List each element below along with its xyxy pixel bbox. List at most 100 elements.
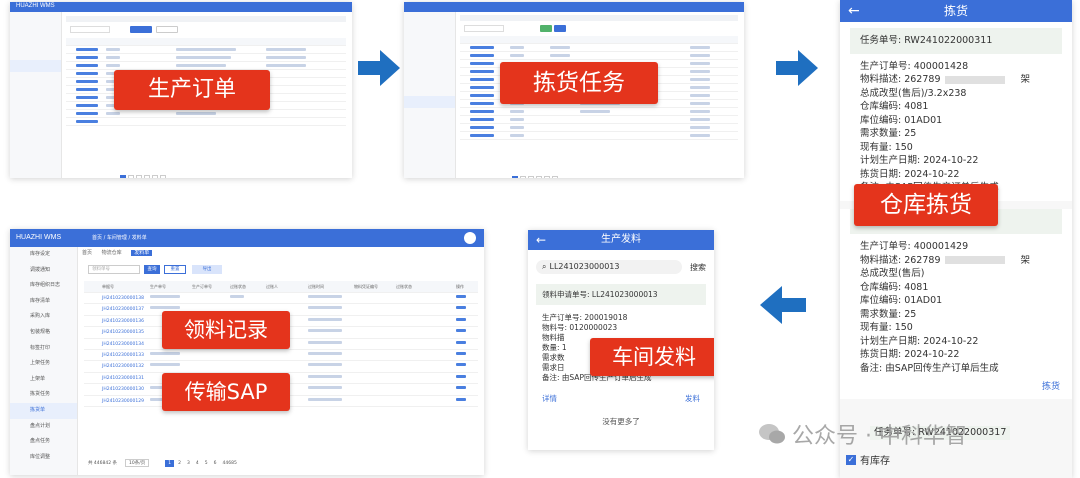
sidebar-item[interactable]: 包装规格 [10, 325, 77, 341]
picking-title: 拣货 [943, 4, 968, 18]
page-button[interactable]: 44685 [223, 461, 237, 466]
back-arrow-icon[interactable]: ← [848, 0, 860, 22]
tab[interactable]: 首页 [82, 250, 92, 256]
workshop-issue-label: 车间发料 [590, 338, 714, 376]
sidebar-item[interactable]: 拣货任务 [10, 387, 77, 403]
task-card-1: 任务单号: RW241022000311 生产订单号: 400001428 物料… [840, 28, 1072, 234]
picking-title-bar: ← 拣货 [840, 0, 1072, 22]
picking-date: 拣货日期: 2024-10-22 [860, 168, 960, 180]
mobile-picking-screen: ← 拣货 任务单号: RW241022000311 生产订单号: 4000014… [840, 0, 1072, 478]
top-bar [404, 2, 744, 12]
page-button[interactable]: 1 [165, 459, 175, 467]
page-button[interactable]: 3 [187, 461, 190, 466]
sidebar [10, 12, 62, 178]
warehouse-picking-label: 仓库拣货 [854, 184, 998, 226]
back-arrow-icon[interactable]: ← [536, 230, 546, 250]
page-size-select[interactable]: 10条/页 [125, 459, 150, 467]
issue-title-bar: ← 生产发料 [528, 230, 714, 250]
on-hand-qty: 现有量: 150 [860, 322, 913, 333]
task-number: 任务单号: RW241022000311 [850, 28, 1062, 54]
top-bar: HUAZHI WMS 首页 / 车间管理 / 发料单 [10, 229, 484, 247]
detail-link[interactable]: 详情 [542, 393, 557, 404]
table-row[interactable]: JH2410230000138 [84, 293, 478, 305]
user-avatar[interactable] [464, 232, 476, 244]
issue-record-screen: HUAZHI WMS 首页 / 车间管理 / 发料单 库存设定 调拨通知 库存组… [10, 229, 484, 475]
required-qty: 需求数量: 25 [860, 308, 917, 320]
warehouse-code: 仓库编码: 4081 [860, 101, 929, 112]
production-order-no: 生产订单号: 400001429 [860, 241, 969, 252]
mobile-issue-screen: ← 生产发料 ⌕ LL241023000013 搜索 领料申请单号: LL241… [528, 230, 714, 450]
pagination[interactable] [120, 166, 168, 178]
reset-button[interactable]: 重置 [164, 265, 186, 274]
location-code: 库位编码: 01AD01 [860, 295, 943, 306]
location-code: 库位编码: 01AD01 [860, 114, 943, 126]
production-order-no: 生产订单号: 400001428 [860, 60, 969, 72]
tab-bar: 首页 物流仓库 发料单 [82, 249, 153, 256]
watermark-text: 公众号 · 中科华智 [792, 424, 967, 449]
tab-active[interactable]: 发料单 [131, 250, 153, 256]
sidebar-item[interactable]: 库存清单 [10, 294, 77, 310]
sidebar-item[interactable]: 库存组织日志 [10, 278, 77, 294]
required-qty: 需求数量: 25 [860, 128, 917, 139]
stock-checkbox[interactable]: ✓ 有库存 [846, 452, 890, 467]
on-hand-qty: 现有量: 150 [860, 141, 913, 153]
export-button[interactable]: 导出 [192, 265, 222, 274]
pagination[interactable] [512, 167, 560, 178]
plan-date: 计划生产日期: 2024-10-22 [860, 335, 979, 347]
picking-task-label: 拣货任务 [500, 62, 658, 104]
picking-date: 拣货日期: 2024-10-22 [860, 349, 960, 360]
sidebar-item[interactable]: 盘点计划 [10, 419, 77, 435]
transfer-sap-label: 传输SAP [162, 373, 290, 411]
sidebar-item[interactable]: 采购入库 [10, 309, 77, 325]
stock-checkbox-label: 有库存 [860, 456, 890, 467]
production-order-label: 生产订单 [114, 70, 270, 110]
query-button[interactable]: 查询 [144, 265, 160, 274]
sidebar-item[interactable]: 库位调整 [10, 450, 77, 466]
checkbox-checked-icon[interactable]: ✓ [846, 454, 856, 465]
table-row[interactable]: JH2410230000132 [84, 361, 478, 373]
no-more-text: 没有更多了 [602, 417, 640, 426]
material-desc-cont: 总成改型(售后) [860, 268, 925, 279]
arrow-right-icon [776, 50, 818, 86]
top-bar: HUAZHI WMS [10, 2, 352, 12]
search-button[interactable]: 搜索 [690, 262, 706, 273]
issue-title: 生产发料 [601, 234, 641, 245]
sidebar-item[interactable]: 库存设定 [10, 247, 77, 263]
sidebar-item[interactable]: 调拨通知 [10, 263, 77, 279]
pagination[interactable]: 共 446842 条 10条/页 1 2 3 4 5 6 44685 [88, 459, 237, 467]
issue-button[interactable]: 发料 [685, 393, 700, 404]
warehouse-code: 仓库编码: 4081 [860, 281, 929, 293]
pick-button[interactable]: 拣货 [1042, 379, 1060, 392]
material-desc: 物料描述: 262789 架 [860, 74, 1031, 85]
material-no: 物料号: 0120000023 [542, 323, 618, 332]
sidebar-item[interactable]: 上架任务 [10, 356, 77, 372]
page-button[interactable]: 4 [196, 461, 199, 466]
production-order-screen: HUAZHI WMS 生产订单 [10, 2, 352, 178]
search-input[interactable]: ⌕ LL241023000013 [536, 260, 682, 274]
tab[interactable]: 物流仓库 [102, 250, 122, 256]
table-header: 单据号 生产单号 生产订单号 过账状态 过账人 过账时间 物料凭证编号 过账状态… [84, 281, 478, 293]
total-count: 共 446842 条 [88, 461, 118, 466]
remark: 备注: 由SAP回传生产订单后生成 [860, 362, 999, 374]
sidebar-item[interactable]: 盘点任务 [10, 434, 77, 450]
search-input[interactable]: 领料单号 [88, 265, 140, 274]
arrow-left-icon [760, 286, 806, 324]
apply-number: 领料申请单号: LL241023000013 [536, 284, 706, 305]
page-button[interactable]: 6 [214, 461, 217, 466]
arrow-right-icon [358, 50, 400, 86]
task-card-2: 任务单号: RW241022000312 生产订单号: 400001429 物料… [840, 208, 1072, 399]
production-order-no: 生产订单号: 200019018 [542, 313, 628, 322]
table-row[interactable]: JH2410230000133 [84, 350, 478, 362]
sidebar-item-active[interactable]: 拣货单 [10, 402, 77, 419]
page-button[interactable]: 2 [178, 461, 181, 466]
issue-record-label: 领料记录 [162, 311, 290, 349]
wechat-icon [759, 424, 785, 444]
plan-date: 计划生产日期: 2024-10-22 [860, 155, 979, 166]
brand-logo: HUAZHI WMS [16, 3, 55, 9]
sidebar-item[interactable]: 上架单 [10, 372, 77, 388]
sidebar-item[interactable]: 标签打印 [10, 341, 77, 357]
material-desc-cont: 总成改型(售后)/3.2x238 [860, 87, 967, 99]
breadcrumb: 首页 / 车间管理 / 发料单 [92, 235, 147, 241]
page-button[interactable]: 5 [205, 461, 208, 466]
search-icon: ⌕ [542, 262, 547, 271]
